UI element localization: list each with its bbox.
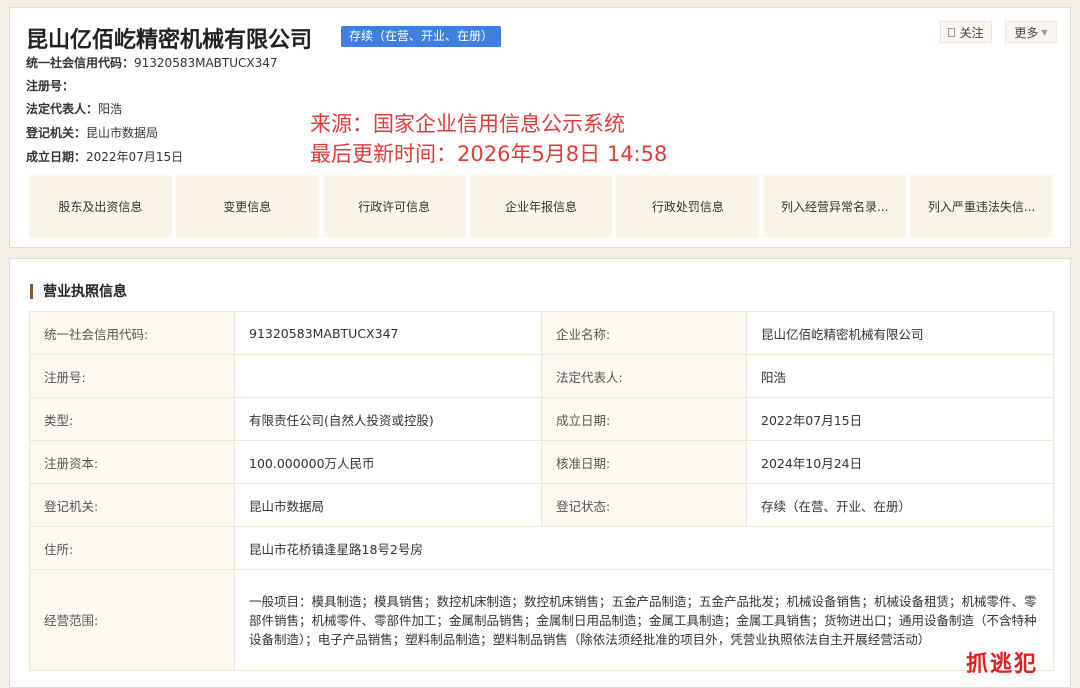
field-value: 2022年07月15日 <box>746 397 1054 441</box>
table-row: 住所: 昆山市花桥镇逢星路18号2号房 <box>29 526 1054 570</box>
tab-permits[interactable]: 行政许可信息 <box>322 175 466 238</box>
field-value <box>234 354 542 398</box>
legal-rep-label: 法定代表人： <box>26 102 99 116</box>
follow-button[interactable]: 关注 <box>940 21 992 43</box>
credit-code-line: 统一社会信用代码：91320583MABTUCX347 <box>26 54 278 71</box>
authority-label: 登记机关： <box>26 126 87 140</box>
table-row: 注册号: 法定代表人: 阳浩 <box>29 354 1054 398</box>
established-label: 成立日期： <box>26 150 87 164</box>
field-value: 存续（在营、开业、在册） <box>746 483 1054 527</box>
field-value: 昆山亿佰屹精密机械有限公司 <box>746 311 1054 355</box>
source-watermark: 来源：国家企业信用信息公示系统 <box>310 112 625 136</box>
field-value: 昆山市数据局 <box>234 483 542 527</box>
chevron-down-icon: ▼ <box>1041 27 1048 37</box>
field-label: 登记状态: <box>541 483 747 527</box>
bookmark-icon <box>948 27 956 37</box>
update-time-watermark: 最后更新时间：2026年5月8日 14:58 <box>310 142 668 166</box>
authority-value: 昆山市数据局 <box>86 126 159 140</box>
tab-annual-reports[interactable]: 企业年报信息 <box>469 175 613 238</box>
table-row: 类型: 有限责任公司(自然人投资或控股) 成立日期: 2022年07月15日 <box>29 397 1054 441</box>
field-label: 类型: <box>29 397 235 441</box>
established-value: 2022年07月15日 <box>86 150 184 164</box>
field-label: 企业名称: <box>541 311 747 355</box>
legal-rep-line: 法定代表人：阳浩 <box>26 100 122 117</box>
scope-label: 经营范围: <box>29 569 235 671</box>
more-button[interactable]: 更多 ▼ <box>1005 21 1057 43</box>
table-row: 注册资本: 100.000000万人民币 核准日期: 2024年10月24日 <box>29 440 1054 484</box>
field-value: 100.000000万人民币 <box>234 440 542 484</box>
reg-no-line: 注册号： <box>26 77 74 94</box>
field-label: 法定代表人: <box>541 354 747 398</box>
established-line: 成立日期：2022年07月15日 <box>26 148 183 165</box>
credit-code-label: 统一社会信用代码： <box>26 56 135 70</box>
section-accent-bar <box>30 283 33 299</box>
field-label: 核准日期: <box>541 440 747 484</box>
business-license-card: 营业执照信息 统一社会信用代码: 91320583MABTUCX347 企业名称… <box>9 258 1071 688</box>
field-label: 注册号: <box>29 354 235 398</box>
reg-no-label: 注册号： <box>26 79 75 93</box>
company-header-card: 昆山亿佰屹精密机械有限公司 存续（在营、开业、在册） 关注 更多 ▼ 统一社会信… <box>9 7 1071 248</box>
section-title-text: 营业执照信息 <box>43 284 127 300</box>
field-label: 登记机关: <box>29 483 235 527</box>
section-title: 营业执照信息 <box>30 281 127 301</box>
tab-abnormal-list[interactable]: 列入经营异常名录... <box>763 175 907 238</box>
corner-logo: 抓逃犯 <box>966 652 1039 677</box>
field-value: 阳浩 <box>746 354 1054 398</box>
address-value: 昆山市花桥镇逢星路18号2号房 <box>234 526 1054 570</box>
authority-line: 登记机关：昆山市数据局 <box>26 124 158 141</box>
tab-changes[interactable]: 变更信息 <box>175 175 319 238</box>
follow-label: 关注 <box>959 25 984 40</box>
status-badge: 存续（在营、开业、在册） <box>341 26 502 47</box>
company-name: 昆山亿佰屹精密机械有限公司 <box>26 28 313 53</box>
table-row: 登记机关: 昆山市数据局 登记状态: 存续（在营、开业、在册） <box>29 483 1054 527</box>
field-value: 91320583MABTUCX347 <box>234 311 542 355</box>
info-tabs: 股东及出资信息 变更信息 行政许可信息 企业年报信息 行政处罚信息 列入经营异常… <box>29 175 1054 238</box>
address-label: 住所: <box>29 526 235 570</box>
license-table: 统一社会信用代码: 91320583MABTUCX347 企业名称: 昆山亿佰屹… <box>29 311 1054 671</box>
credit-code-value: 91320583MABTUCX347 <box>134 56 278 70</box>
field-value: 2024年10月24日 <box>746 440 1054 484</box>
field-label: 统一社会信用代码: <box>29 311 235 355</box>
field-label: 注册资本: <box>29 440 235 484</box>
tab-serious-violations[interactable]: 列入严重违法失信... <box>910 175 1054 238</box>
table-row: 统一社会信用代码: 91320583MABTUCX347 企业名称: 昆山亿佰屹… <box>29 311 1054 355</box>
table-row: 经营范围: 一般项目：模具制造；模具销售；数控机床制造；数控机床销售；五金产品制… <box>29 569 1054 671</box>
tab-penalties[interactable]: 行政处罚信息 <box>616 175 760 238</box>
more-label: 更多 <box>1014 25 1039 40</box>
legal-rep-value: 阳浩 <box>98 102 123 116</box>
field-value: 有限责任公司(自然人投资或控股) <box>234 397 542 441</box>
field-label: 成立日期: <box>541 397 747 441</box>
scope-value: 一般项目：模具制造；模具销售；数控机床制造；数控机床销售；五金产品制造；五金产品… <box>234 569 1054 671</box>
tab-shareholders[interactable]: 股东及出资信息 <box>29 175 172 238</box>
